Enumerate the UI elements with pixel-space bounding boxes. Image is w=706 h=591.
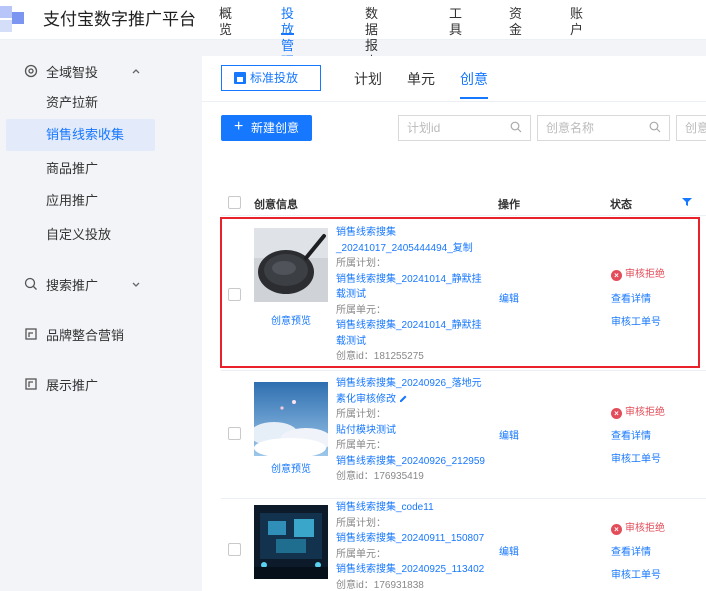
tab-plan[interactable]: 计划	[354, 69, 382, 99]
nav-overview[interactable]: 概览	[219, 6, 232, 37]
search-promo-icon	[24, 277, 37, 290]
pencil-icon[interactable]	[399, 394, 408, 403]
row-divider	[221, 498, 706, 499]
brand-icon	[25, 328, 37, 340]
top-bar: 支付宝数字推广平台 概览 投放管理 数据报表 工具 资金 账户	[0, 0, 706, 69]
status-text: 审核拒绝	[625, 523, 665, 534]
header-status[interactable]: 状态	[610, 196, 632, 212]
search-icon	[649, 121, 661, 133]
sidebar-item-lead-collection[interactable]: 销售线索收集	[6, 119, 155, 151]
tab-creative[interactable]: 创意	[460, 69, 488, 99]
sidebar: 全域智投 资产拉新 销售线索收集 商品推广 应用推广 自定义投放 搜索推广 品牌…	[0, 41, 168, 591]
standard-delivery-button[interactable]: 标准投放	[221, 65, 321, 91]
creative-info: 销售线索搜集_code11 所属计划： 销售线索搜集_20240911_1508…	[336, 500, 486, 591]
creative-name-placeholder: 创意名称	[546, 121, 595, 135]
plan-label: 所属计划：	[336, 409, 386, 420]
creative-name-text: 素化审核修改	[336, 393, 396, 405]
status-badge: × 审核拒绝	[611, 403, 665, 419]
chevron-down-icon	[132, 282, 140, 287]
tabs-row: 标准投放 计划 单元 创意	[202, 56, 706, 102]
creative-info: 销售线索搜集_20240926_落地元 素化审核修改 所属计划： 貼付模块测试 …	[336, 376, 486, 485]
creative-id: 创意id：176935419	[336, 471, 424, 482]
creative-name-link[interactable]: 销售线索搜集_code11	[336, 500, 486, 516]
sidebar-item-product-promotion[interactable]: 商品推广	[6, 153, 155, 185]
creative-placeholder: 创意	[685, 121, 706, 135]
highlight-box	[220, 217, 700, 368]
sidebar-item-app-promotion[interactable]: 应用推广	[6, 185, 155, 217]
sidebar-group-smart-delivery[interactable]: 全域智投	[0, 55, 168, 87]
standard-delivery-label: 标准投放	[250, 71, 299, 85]
sidebar-group-label: 品牌整合营销	[46, 327, 125, 343]
sidebar-group-search[interactable]: 搜索推广	[0, 268, 168, 300]
creative-name-link[interactable]: 销售线索搜集_20240926_落地元	[336, 376, 486, 392]
display-icon	[25, 378, 37, 390]
creative-preview-link[interactable]: 创意预览	[271, 460, 311, 475]
search-icon	[510, 121, 522, 133]
select-all-checkbox[interactable]	[228, 196, 241, 209]
creative-name-link-cont[interactable]: 素化审核修改	[336, 392, 486, 408]
nav-funds[interactable]: 资金	[509, 6, 522, 37]
new-creative-button[interactable]: + 新建创意	[221, 115, 312, 141]
review-ticket-link[interactable]: 审核工单号	[611, 566, 661, 581]
sidebar-group-label: 搜索推广	[46, 277, 99, 293]
calendar-icon	[234, 72, 246, 84]
creative-id: 创意id：176931838	[336, 579, 424, 591]
plan-link[interactable]: 销售线索搜集_20240911_150807	[336, 531, 486, 547]
chevron-up-icon	[132, 69, 140, 74]
view-details-link[interactable]: 查看详情	[611, 427, 651, 442]
creative-thumbnail-sky	[254, 382, 328, 456]
row-checkbox[interactable]	[228, 543, 241, 556]
sidebar-group-label: 展示推广	[46, 377, 99, 393]
sidebar-item-custom-delivery[interactable]: 自定义投放	[6, 219, 155, 251]
table-header: 创意信息 操作 状态	[221, 190, 706, 216]
sidebar-group-brand[interactable]: 品牌整合营销	[0, 318, 168, 350]
edit-link[interactable]: 编辑	[499, 543, 519, 558]
reject-icon: ×	[611, 408, 622, 419]
target-icon	[24, 64, 38, 78]
unit-label: 所属单元：	[336, 548, 386, 560]
nav-delivery-management[interactable]: 投放管理	[281, 6, 295, 69]
plan-label: 所属计划：	[336, 517, 386, 529]
view-details-link[interactable]: 查看详情	[611, 543, 651, 558]
row-checkbox[interactable]	[228, 427, 241, 440]
new-creative-label: 新建创意	[251, 121, 300, 135]
unit-label: 所属单元：	[336, 440, 386, 451]
table-row: 创意预览 销售线索搜集_20240926_落地元 素化审核修改 所属计划： 貼付…	[221, 372, 706, 496]
plus-icon: +	[234, 118, 244, 135]
table-row: 销售线索搜集_code11 所属计划： 销售线索搜集_20240911_1508…	[221, 500, 706, 591]
sidebar-group-display[interactable]: 展示推广	[0, 368, 168, 400]
edit-link[interactable]: 编辑	[499, 427, 519, 442]
filter-icon[interactable]	[682, 198, 692, 206]
status-badge: × 审核拒绝	[611, 519, 665, 535]
creative-thumbnail-stage	[254, 505, 328, 579]
sidebar-item-asset-acquisition[interactable]: 资产拉新	[6, 87, 155, 119]
sidebar-group-label: 全域智投	[46, 64, 99, 80]
creative-name-search-input[interactable]: 创意名称	[537, 115, 670, 141]
header-creative-info: 创意信息	[254, 199, 298, 211]
plan-link[interactable]: 貼付模块测试	[336, 423, 486, 439]
creative-search-input[interactable]: 创意	[676, 115, 706, 141]
review-ticket-link[interactable]: 审核工单号	[611, 450, 661, 465]
plan-id-placeholder: 计划id	[407, 121, 441, 135]
plan-id-search-input[interactable]: 计划id	[398, 115, 531, 141]
nav-tools[interactable]: 工具	[449, 6, 462, 37]
nav-account[interactable]: 账户	[570, 6, 583, 37]
app-title: 支付宝数字推广平台	[43, 10, 196, 29]
logo	[0, 6, 28, 34]
unit-link[interactable]: 销售线索搜集_20240926_212959	[336, 454, 486, 470]
unit-link[interactable]: 销售线索搜集_20240925_113402	[336, 562, 486, 578]
row-divider	[221, 370, 706, 371]
status-text: 审核拒绝	[625, 407, 665, 418]
reject-icon: ×	[611, 524, 622, 535]
tab-unit[interactable]: 单元	[407, 69, 435, 99]
header-action: 操作	[498, 199, 520, 211]
nav-data-reports[interactable]: 数据报表	[365, 6, 378, 69]
